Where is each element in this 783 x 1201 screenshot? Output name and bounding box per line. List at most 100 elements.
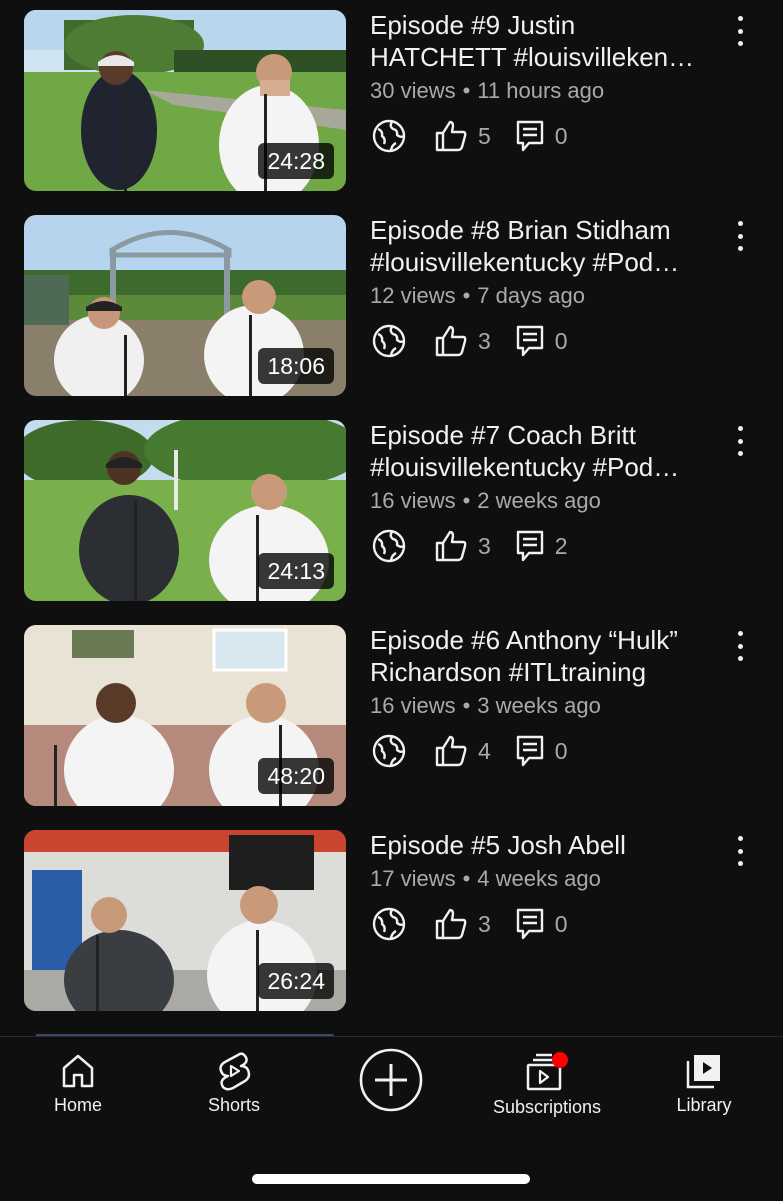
nav-home[interactable]: Home bbox=[3, 1051, 153, 1116]
like-count: 4 bbox=[478, 737, 491, 764]
comment-stat: 0 bbox=[515, 907, 568, 941]
video-info[interactable]: Episode #9 Justin HATCHETT #louisvilleke… bbox=[370, 10, 725, 156]
video-title[interactable]: Episode #5 Josh Abell bbox=[370, 829, 725, 862]
upload-age: 4 weeks ago bbox=[477, 866, 601, 891]
upload-age: 7 days ago bbox=[477, 283, 585, 308]
nav-library[interactable]: Library bbox=[629, 1051, 779, 1116]
like-stat: 3 bbox=[434, 324, 491, 358]
more-vert-icon[interactable] bbox=[728, 424, 752, 458]
view-count: 16 views bbox=[370, 693, 456, 718]
like-stat: 5 bbox=[434, 119, 491, 153]
like-stat: 3 bbox=[434, 907, 491, 941]
plus-circle-icon bbox=[359, 1048, 423, 1112]
view-count: 16 views bbox=[370, 488, 456, 513]
video-duration: 48:20 bbox=[258, 758, 334, 794]
home-icon bbox=[62, 1054, 94, 1088]
like-stat: 3 bbox=[434, 529, 491, 563]
like-count: 3 bbox=[478, 327, 491, 354]
globe-icon bbox=[370, 905, 408, 943]
comment-stat: 2 bbox=[515, 529, 568, 563]
video-info[interactable]: Episode #5 Josh Abell 17 views • 4 weeks a… bbox=[370, 830, 725, 944]
video-info[interactable]: Episode #6 Anthony “Hulk” Richardson #IT… bbox=[370, 625, 725, 771]
video-stats: 4 0 bbox=[370, 731, 725, 771]
thumbs-up-icon bbox=[435, 735, 467, 767]
video-duration: 18:06 bbox=[258, 348, 334, 384]
video-title-line2[interactable]: #louisvillekentucky #Pod… bbox=[370, 451, 725, 484]
globe-icon bbox=[370, 117, 408, 155]
video-meta: 12 views • 7 days ago bbox=[370, 283, 725, 309]
video-title[interactable]: Episode #9 Justin bbox=[370, 9, 725, 42]
like-count: 5 bbox=[478, 122, 491, 149]
video-duration: 26:24 bbox=[258, 963, 334, 999]
video-stats: 3 0 bbox=[370, 321, 725, 361]
nav-subscriptions[interactable]: Subscriptions bbox=[472, 1051, 622, 1118]
comment-icon bbox=[516, 530, 543, 562]
nav-home-label: Home bbox=[53, 1095, 102, 1115]
comment-icon bbox=[516, 735, 543, 767]
library-icon bbox=[686, 1055, 720, 1089]
comment-icon bbox=[516, 908, 543, 940]
video-duration: 24:28 bbox=[258, 143, 334, 179]
video-info[interactable]: Episode #8 Brian Stidham #louisvillekent… bbox=[370, 215, 725, 361]
video-stats: 3 2 bbox=[370, 526, 725, 566]
like-stat: 4 bbox=[434, 734, 491, 768]
more-vert-icon[interactable] bbox=[728, 629, 752, 663]
video-title[interactable]: Episode #7 Coach Britt bbox=[370, 419, 725, 452]
meta-separator: • bbox=[462, 488, 471, 513]
more-vert-icon[interactable] bbox=[728, 14, 752, 48]
comment-stat: 0 bbox=[515, 734, 568, 768]
video-stats: 3 0 bbox=[370, 904, 725, 944]
video-thumbnail[interactable]: 24:13 bbox=[24, 420, 346, 601]
video-stats: 5 0 bbox=[370, 116, 725, 156]
comment-stat: 0 bbox=[515, 324, 568, 358]
video-title[interactable]: Episode #8 Brian Stidham bbox=[370, 214, 725, 247]
view-count: 17 views bbox=[370, 866, 456, 891]
video-item[interactable]: 18:06 Episode #8 Brian Stidham #louisvil… bbox=[0, 215, 783, 397]
comment-stat: 0 bbox=[515, 119, 568, 153]
more-vert-icon[interactable] bbox=[728, 834, 752, 868]
meta-separator: • bbox=[462, 78, 471, 103]
comment-icon bbox=[516, 325, 543, 357]
nav-library-label: Library bbox=[676, 1095, 732, 1115]
thumbs-up-icon bbox=[435, 120, 467, 152]
more-vert-icon[interactable] bbox=[728, 219, 752, 253]
video-thumbnail[interactable]: 24:28 bbox=[24, 10, 346, 191]
nav-shorts-label: Shorts bbox=[207, 1095, 261, 1115]
video-meta: 17 views • 4 weeks ago bbox=[370, 866, 725, 892]
meta-separator: • bbox=[462, 866, 471, 891]
video-item[interactable]: 24:13 Episode #7 Coach Britt #louisville… bbox=[0, 420, 783, 602]
nav-shorts[interactable]: Shorts bbox=[159, 1051, 309, 1116]
video-duration: 24:13 bbox=[258, 553, 334, 589]
like-count: 3 bbox=[478, 910, 491, 937]
video-thumbnail[interactable]: 48:20 bbox=[24, 625, 346, 806]
video-meta: 16 views • 3 weeks ago bbox=[370, 693, 725, 719]
nav-subscriptions-label: Subscriptions bbox=[492, 1097, 602, 1117]
video-title-line2[interactable]: #louisvillekentucky #Pod… bbox=[370, 246, 725, 279]
video-title-line2[interactable]: HATCHETT #louisvilleken… bbox=[370, 41, 725, 74]
comment-icon bbox=[516, 120, 543, 152]
shorts-icon bbox=[219, 1052, 251, 1091]
nav-create[interactable] bbox=[316, 1047, 466, 1113]
video-thumbnail[interactable]: 18:06 bbox=[24, 215, 346, 396]
video-title[interactable]: Episode #6 Anthony “Hulk” bbox=[370, 624, 725, 657]
thumbs-up-icon bbox=[435, 325, 467, 357]
video-item[interactable]: 24:28 Episode #9 Justin HATCHETT #louisv… bbox=[0, 10, 783, 192]
globe-icon bbox=[370, 732, 408, 770]
video-info[interactable]: Episode #7 Coach Britt #louisvillekentuc… bbox=[370, 420, 725, 566]
meta-separator: • bbox=[462, 283, 471, 308]
thumbs-up-icon bbox=[435, 530, 467, 562]
comment-count: 0 bbox=[554, 910, 568, 937]
globe-icon bbox=[370, 527, 408, 565]
like-count: 3 bbox=[478, 532, 491, 559]
video-item[interactable]: 26:24 Episode #5 Josh Abell 17 views • 4 w… bbox=[0, 830, 783, 1012]
video-thumbnail[interactable]: 26:24 bbox=[24, 830, 346, 1011]
comment-count: 0 bbox=[554, 327, 568, 354]
video-title-line2[interactable]: Richardson #ITLtraining bbox=[370, 656, 725, 689]
meta-separator: • bbox=[462, 693, 471, 718]
video-meta: 16 views • 2 weeks ago bbox=[370, 488, 725, 514]
comment-count: 0 bbox=[554, 122, 568, 149]
video-item[interactable]: 48:20 Episode #6 Anthony “Hulk” Richards… bbox=[0, 625, 783, 807]
home-indicator[interactable] bbox=[252, 1174, 530, 1184]
video-meta: 30 views • 11 hours ago bbox=[370, 78, 725, 104]
comment-count: 0 bbox=[554, 737, 568, 764]
